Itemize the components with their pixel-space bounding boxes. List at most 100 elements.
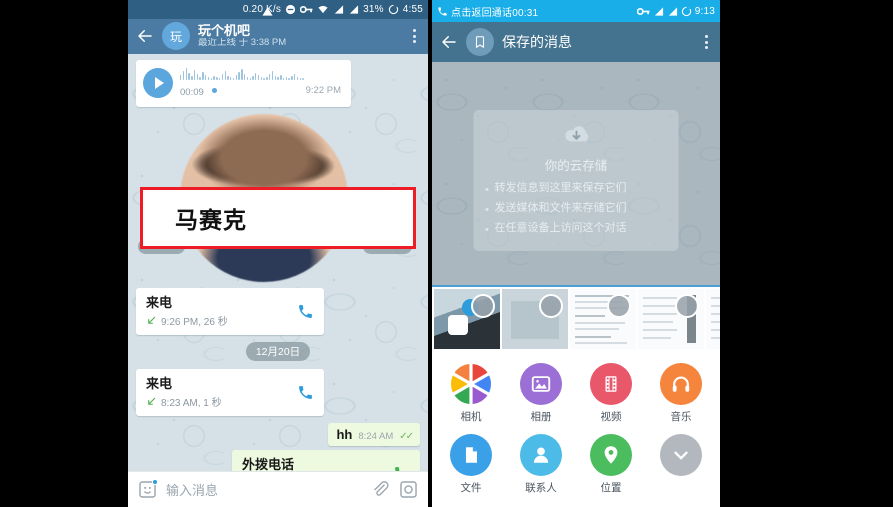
attach-label: 联系人 <box>525 482 557 494</box>
voice-message-bubble[interactable]: 00:09 9:22 PM <box>136 59 351 107</box>
back-arrow-icon[interactable] <box>440 33 458 51</box>
gallery-icon <box>520 363 562 405</box>
more-vertical-icon[interactable] <box>700 35 712 49</box>
attach-option-gallery[interactable]: 相册 <box>506 359 576 430</box>
play-icon[interactable] <box>143 68 173 99</box>
attachment-row: 相机 相册 视频 音乐 <box>436 359 716 430</box>
attach-label: 视频 <box>600 411 622 423</box>
saved-chat-canvas: 你的云存储 转发信息到这里来保存它们 发送媒体和文件来存储它们 在任意设备上访问… <box>432 62 720 285</box>
chat-title: 玩个机吧 <box>198 23 251 38</box>
gallery-thumbnail-strip[interactable] <box>432 287 720 351</box>
message-row-voice[interactable]: 00:09 9:22 PM <box>128 54 428 107</box>
chat-title-block[interactable]: 玩个机吧 最近上线 于 3:38 PM <box>198 24 400 50</box>
attach-option-location[interactable]: 位置 <box>576 430 646 501</box>
left-app-bar: 玩 玩个机吧 最近上线 于 3:38 PM <box>128 19 428 54</box>
call-message-bubble[interactable]: 来电 9:26 PM, 26 秒 <box>136 287 324 336</box>
cloud-download-icon <box>564 126 588 142</box>
message-text: hh <box>336 427 353 443</box>
sticker-icon[interactable] <box>138 479 158 499</box>
clock-text: 9:13 <box>694 5 715 17</box>
saved-title-block[interactable]: 保存的消息 <box>502 34 692 50</box>
camera-icon[interactable] <box>399 480 418 499</box>
call-incoming-arrow-icon <box>148 316 156 324</box>
cloud-bullet-item: 发送媒体和文件来存储它们 <box>485 201 667 216</box>
bullet-dot-icon <box>485 207 489 211</box>
left-phone-screenshot: 0.20 K/s 31% 4:55 玩 玩个机吧 最近上线 于 3:38 PM … <box>128 0 428 507</box>
vpn-key-icon <box>300 6 313 14</box>
voice-duration: 00:09 <box>180 86 204 98</box>
attach-label: 文件 <box>460 482 482 494</box>
back-arrow-icon[interactable] <box>136 27 154 45</box>
attach-option-video[interactable]: 视频 <box>576 359 646 430</box>
mosaic-label: 马赛克 <box>175 206 247 233</box>
gallery-thumbnail[interactable] <box>706 289 720 349</box>
unread-dot <box>212 88 218 94</box>
cloud-bullet-text: 发送媒体和文件来存储它们 <box>494 201 627 214</box>
call-message-bubble-out[interactable]: 外拨电话 8:32 AM, 2 秒 <box>232 450 420 472</box>
left-chat-canvas: 00:09 9:22 PM 00:07 9:22 PM <box>128 53 428 472</box>
message-input-bar[interactable]: 输入消息 <box>128 471 428 507</box>
message-row-call-out[interactable]: 外拨电话 8:32 AM, 2 秒 <box>128 450 428 472</box>
gallery-thumbnail[interactable] <box>434 289 500 349</box>
chat-avatar[interactable]: 玩 <box>162 22 190 51</box>
call-title: 来电 <box>146 376 173 392</box>
signal-bars-icon <box>654 6 663 16</box>
phone-call-icon <box>438 6 447 16</box>
attachment-sheet: 相机 相册 视频 音乐 文件 联系人 位置 <box>432 285 720 507</box>
left-status-bar: 0.20 K/s 31% 4:55 <box>128 0 428 20</box>
mute-icon <box>286 4 296 15</box>
right-app-bar: 保存的消息 <box>432 22 720 62</box>
chat-subtitle: 最近上线 于 3:38 PM <box>198 38 287 49</box>
date-chip: 12月20日 <box>245 342 311 362</box>
saved-messages-avatar[interactable] <box>466 28 494 56</box>
gallery-thumbnail[interactable] <box>570 289 636 349</box>
mosaic-annotation-box: 马赛克 <box>140 186 416 249</box>
attach-label: 相册 <box>530 411 552 423</box>
attach-option-file[interactable]: 文件 <box>436 430 506 501</box>
call-title: 外拨电话 <box>242 457 295 472</box>
bullet-dot-icon <box>485 227 489 231</box>
thumbnail-select-circle[interactable] <box>607 294 631 318</box>
sticker-badge-dot <box>152 479 158 486</box>
phone-icon[interactable] <box>393 465 410 472</box>
phone-icon[interactable] <box>297 303 314 320</box>
gallery-thumbnail[interactable] <box>502 289 568 349</box>
phone-icon[interactable] <box>297 384 314 401</box>
attach-option-music[interactable]: 音乐 <box>646 359 716 430</box>
attach-option-more[interactable] <box>646 430 716 501</box>
call-title: 来电 <box>146 294 173 310</box>
message-input[interactable]: 输入消息 <box>166 480 362 499</box>
screenshot-stage: 0.20 K/s 31% 4:55 玩 玩个机吧 最近上线 于 3:38 PM … <box>0 0 893 507</box>
more-vertical-icon[interactable] <box>408 29 420 44</box>
date-separator-row: 12月20日 <box>128 342 428 362</box>
attachment-row: 文件 联系人 位置 <box>436 430 716 501</box>
bullet-dot-icon <box>485 188 489 191</box>
message-row-text-out[interactable]: hh 8:24 AM ✓✓ <box>128 423 428 447</box>
attach-label: 位置 <box>600 482 622 494</box>
attach-option-contact[interactable]: 联系人 <box>506 430 576 501</box>
thumbnail-select-circle[interactable] <box>471 294 495 318</box>
location-pin-icon <box>590 434 632 476</box>
gallery-thumbnail[interactable] <box>638 289 704 349</box>
call-detail: 8:23 AM, 1 秒 <box>161 398 222 410</box>
text-message-bubble-out[interactable]: hh 8:24 AM ✓✓ <box>328 423 420 447</box>
return-to-call-text[interactable]: 点击返回通话00:31 <box>451 4 538 19</box>
battery-percent-text: 31% <box>363 4 384 16</box>
waveform <box>180 67 341 80</box>
clock-text: 4:55 <box>402 4 423 16</box>
warning-triangle-icon <box>262 7 273 16</box>
thumbnail-select-circle[interactable] <box>675 294 699 318</box>
message-timestamp: 8:24 AM <box>358 431 394 443</box>
right-status-bar[interactable]: 点击返回通话00:31 9:13 <box>432 0 720 22</box>
paperclip-icon[interactable] <box>371 480 390 499</box>
battery-circle-icon <box>681 6 691 16</box>
camera-shutter-icon <box>450 363 492 405</box>
thumbnail-select-circle[interactable] <box>539 294 563 318</box>
attach-label: 音乐 <box>670 411 692 423</box>
chat-avatar-initial: 玩 <box>169 29 182 44</box>
call-message-bubble[interactable]: 来电 8:23 AM, 1 秒 <box>136 369 324 417</box>
attach-option-camera[interactable]: 相机 <box>436 359 506 430</box>
message-row-call-in-2[interactable]: 来电 8:23 AM, 1 秒 <box>128 369 428 417</box>
message-row-call-in-1[interactable]: 来电 9:26 PM, 26 秒 <box>128 287 428 336</box>
cloud-bullet-item: 转发信息到这里来保存它们 <box>485 182 667 196</box>
